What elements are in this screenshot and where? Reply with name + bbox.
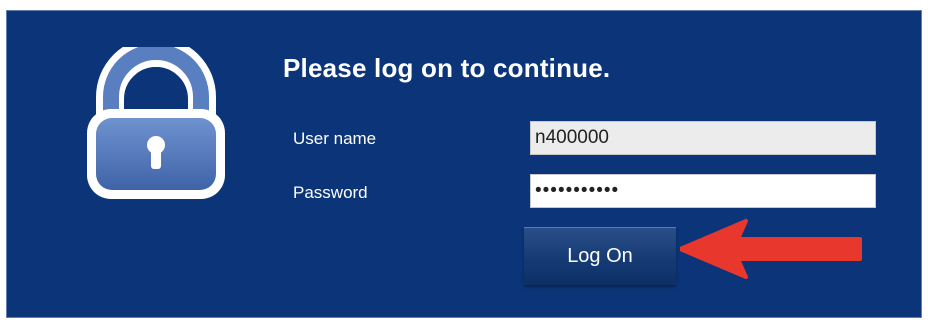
lock-icon bbox=[87, 47, 225, 199]
username-label: User name bbox=[293, 129, 377, 148]
log-on-button[interactable]: Log On bbox=[524, 227, 676, 285]
password-label: Password bbox=[293, 183, 368, 202]
screenshot-frame: Please log on to continue. User name Pas… bbox=[0, 0, 928, 324]
password-input[interactable] bbox=[530, 174, 876, 208]
dialog-title: Please log on to continue. bbox=[283, 53, 611, 83]
username-input[interactable] bbox=[530, 121, 876, 155]
red-arrow-icon bbox=[680, 219, 862, 279]
